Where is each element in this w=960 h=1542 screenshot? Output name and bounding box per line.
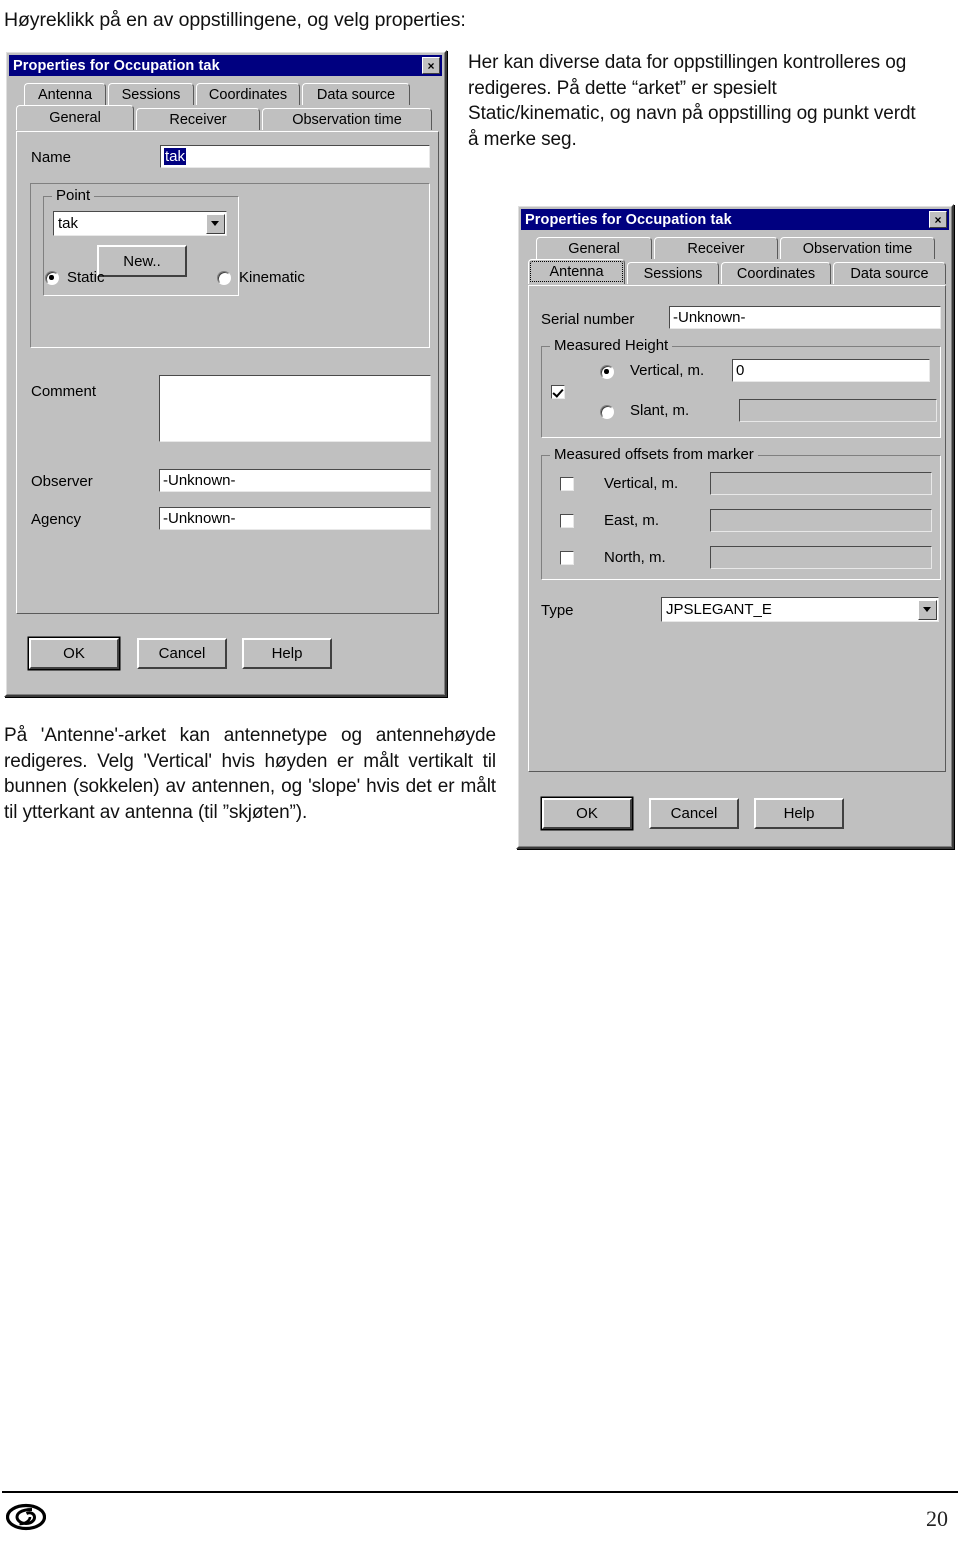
page-number: 20 [926, 1506, 948, 1531]
dialog-title: Properties for Occupation tak [13, 57, 220, 74]
antenna-type-combobox[interactable]: JPSLEGANT_E [661, 597, 939, 622]
measured-height-groupbox: Measured Height Vertical, m. 0 Slant, m. [541, 337, 941, 438]
kinematic-radio[interactable] [217, 271, 231, 285]
agency-input[interactable]: -Unknown- [159, 507, 431, 530]
agency-label: Agency [31, 511, 82, 528]
offset-vertical-checkbox[interactable] [560, 477, 574, 491]
name-input[interactable]: tak [160, 145, 430, 168]
tab-receiver[interactable]: Receiver [136, 108, 260, 130]
offset-east-input[interactable] [710, 509, 932, 532]
chevron-down-icon[interactable] [205, 213, 225, 234]
offset-east-checkbox[interactable] [560, 514, 574, 528]
offset-north-checkbox[interactable] [560, 551, 574, 565]
vertical-height-input[interactable]: 0 [732, 359, 930, 382]
tab-observation-time[interactable]: Observation time [262, 108, 432, 130]
measured-height-enable-checkbox[interactable] [551, 385, 565, 399]
tabstrip-row-bottom-antenna[interactable]: Antenna Sessions Coordinates Data source [528, 259, 946, 284]
tab-data-source[interactable]: Data source [833, 262, 946, 284]
serial-number-label: Serial number [541, 311, 635, 328]
tab-general[interactable]: General [536, 237, 652, 259]
tabpage-antenna: Serial number -Unknown- Measured Height … [528, 285, 946, 772]
offset-north-label: North, m. [604, 549, 666, 566]
tab-general[interactable]: General [16, 105, 134, 130]
name-label: Name [31, 149, 72, 166]
chevron-down-icon[interactable] [917, 599, 937, 620]
kinematic-label: Kinematic [239, 269, 305, 286]
new-point-button[interactable]: New.. [97, 245, 187, 277]
vertical-height-label: Vertical, m. [630, 362, 705, 379]
offset-vertical-label: Vertical, m. [604, 475, 679, 492]
ok-button[interactable]: OK [542, 798, 632, 829]
static-radio[interactable] [45, 271, 59, 285]
note-general-tab-text: Her kan diverse data for oppstillingen k… [468, 52, 916, 150]
tab-sessions[interactable]: Sessions [108, 83, 194, 105]
tab-sessions[interactable]: Sessions [627, 262, 719, 284]
tab-antenna[interactable]: Antenna [24, 83, 106, 105]
antenna-type-value: JPSLEGANT_E [666, 601, 772, 618]
static-label: Static [67, 269, 105, 286]
tabstrip-row-top-general[interactable]: Antenna Sessions Coordinates Data source [24, 83, 410, 105]
observer-label: Observer [31, 473, 93, 490]
vertical-height-radio[interactable] [600, 365, 614, 379]
intro-instruction-text: Høyreklikk på en av oppstillingene, og v… [4, 9, 466, 31]
serial-number-input[interactable]: -Unknown- [669, 306, 941, 329]
point-section-panel: Point tak New.. Static Kinematic [30, 183, 430, 348]
point-combobox[interactable]: tak [53, 211, 227, 236]
slant-height-input[interactable] [739, 399, 937, 422]
properties-occupation-antenna-dialog[interactable]: Properties for Occupation tak × General … [516, 204, 954, 849]
tab-coordinates[interactable]: Coordinates [721, 262, 831, 284]
measured-offsets-groupbox: Measured offsets from marker Vertical, m… [541, 446, 941, 580]
offset-north-input[interactable] [710, 546, 932, 569]
help-button[interactable]: Help [754, 798, 844, 829]
point-combobox-value: tak [58, 215, 79, 232]
observer-input[interactable]: -Unknown- [159, 469, 431, 492]
dialog-title: Properties for Occupation tak [525, 211, 732, 228]
slant-height-label: Slant, m. [630, 402, 690, 419]
tab-coordinates[interactable]: Coordinates [196, 83, 300, 105]
measured-offsets-group-title: Measured offsets from marker [550, 446, 758, 463]
tab-receiver[interactable]: Receiver [654, 237, 778, 259]
close-icon[interactable]: × [422, 57, 440, 74]
cancel-button[interactable]: Cancel [649, 798, 739, 829]
company-logo-icon [6, 1503, 46, 1531]
properties-occupation-general-dialog[interactable]: Properties for Occupation tak × Antenna … [4, 50, 447, 697]
point-group-title: Point [52, 187, 95, 204]
tabstrip-row-top-antenna[interactable]: General Receiver Observation time [536, 237, 935, 259]
titlebar-general[interactable]: Properties for Occupation tak × [9, 55, 442, 76]
antenna-type-label: Type [541, 602, 574, 619]
measured-height-group-title: Measured Height [550, 337, 673, 354]
comment-label: Comment [31, 383, 97, 400]
cancel-button[interactable]: Cancel [137, 638, 227, 669]
tab-data-source[interactable]: Data source [302, 83, 410, 105]
offset-vertical-input[interactable] [710, 472, 932, 495]
titlebar-antenna[interactable]: Properties for Occupation tak × [521, 209, 949, 230]
tabstrip-row-bottom-general[interactable]: General Receiver Observation time [16, 105, 432, 130]
close-icon[interactable]: × [929, 211, 947, 228]
note-antenna-tab-text: På 'Antenne'-arket kan antennetype og an… [4, 725, 496, 823]
footer-divider [2, 1491, 958, 1493]
help-button[interactable]: Help [242, 638, 332, 669]
name-input-value: tak [164, 148, 187, 165]
ok-button[interactable]: OK [29, 638, 119, 669]
comment-textarea[interactable] [159, 375, 431, 442]
slant-height-radio[interactable] [600, 405, 614, 419]
tab-observation-time[interactable]: Observation time [780, 237, 935, 259]
tab-antenna[interactable]: Antenna [528, 259, 625, 284]
tabpage-general: Name tak Point tak New.. Static Kinemati… [16, 131, 439, 614]
offset-east-label: East, m. [604, 512, 660, 529]
